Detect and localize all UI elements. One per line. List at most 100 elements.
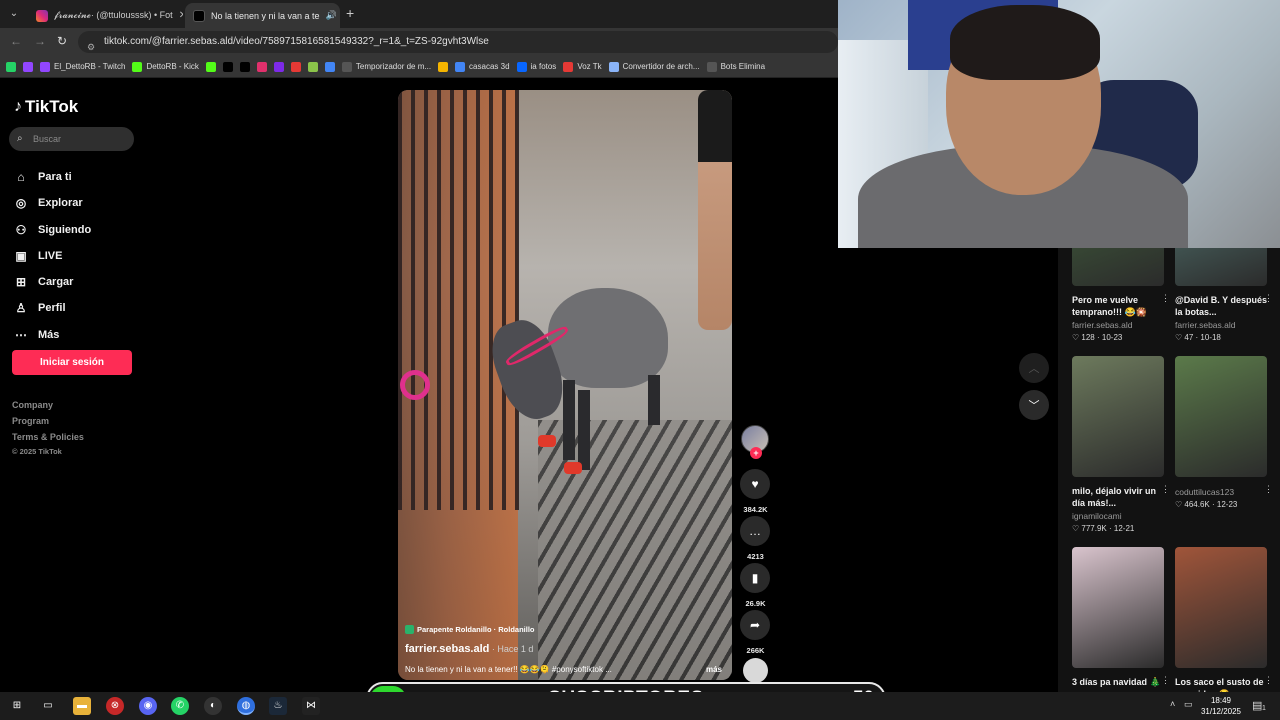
- video-frame-donkey: [548, 288, 668, 388]
- more-options-icon[interactable]: ⋮: [1161, 675, 1170, 686]
- bookmark-item[interactable]: [239, 61, 250, 72]
- nav-item[interactable]: ⌂ Para ti: [14, 170, 71, 184]
- footer-link-company[interactable]: Company: [12, 400, 53, 410]
- video-thumbnail[interactable]: [1175, 356, 1267, 477]
- sound-avatar[interactable]: [743, 658, 768, 683]
- bookmark-item[interactable]: [307, 61, 318, 72]
- bookmark-item[interactable]: [205, 61, 216, 72]
- nav-item[interactable]: ▣ LIVE: [14, 249, 62, 263]
- recommended-video[interactable]: Los saco el susto de sus vidas 😂⋮: [1175, 547, 1273, 692]
- bookmark-item[interactable]: [324, 61, 335, 72]
- bookmark-item[interactable]: [6, 61, 16, 72]
- back-icon[interactable]: ←: [10, 34, 22, 48]
- follow-plus-icon[interactable]: +: [750, 447, 762, 459]
- tiktok-logo[interactable]: ♪ TikTok: [14, 97, 78, 117]
- bookmark-icon[interactable]: ▮: [740, 563, 770, 593]
- video-author[interactable]: farrier.sebas.ald · Hace 1 d: [405, 643, 533, 655]
- recommended-author[interactable]: ignamilocami: [1072, 511, 1164, 521]
- network-icon[interactable]: ▭: [1184, 699, 1193, 710]
- recommended-video[interactable]: milo, déjalo vivir un día más!... ⋮ ignami…: [1072, 356, 1170, 533]
- more-options-icon[interactable]: ⋮: [1264, 293, 1273, 304]
- bookmark-item[interactable]: [273, 61, 284, 72]
- bookmark-item[interactable]: Bots Elimina: [706, 61, 765, 72]
- speaker-icon[interactable]: 🔊: [326, 10, 337, 21]
- bookmark-item[interactable]: [256, 61, 267, 72]
- bookmark-item[interactable]: [438, 61, 449, 72]
- more-options-icon[interactable]: ⋮: [1161, 484, 1170, 495]
- nav-item[interactable]: ⋯ Más: [14, 328, 59, 342]
- forward-icon[interactable]: →: [34, 34, 46, 48]
- more-options-icon[interactable]: ⋮: [1264, 484, 1273, 495]
- nav-item[interactable]: ♙ Perfil: [14, 301, 66, 315]
- bookmark-item[interactable]: Temporizador de m...: [341, 61, 431, 72]
- discord-icon[interactable]: ◉: [139, 697, 157, 715]
- recommended-video[interactable]: 3 días pa navidad 🎄 ⋮: [1072, 547, 1170, 688]
- tab-title: 𝓯𝓻𝓪𝓷𝓬𝓲𝓷𝓮· (@ttulousssk) • Fot: [54, 10, 173, 20]
- more-options-icon[interactable]: ⋮: [1161, 293, 1170, 304]
- bookmark-item[interactable]: casacas 3d: [455, 61, 510, 72]
- recommended-video[interactable]: Pero me vuelve temprano!!! 😂🎇 ⋮ farrier.se…: [1072, 248, 1170, 342]
- comment-action[interactable]: … 4213: [740, 516, 771, 561]
- file-explorer-icon[interactable]: ▬: [73, 697, 91, 715]
- address-bar[interactable]: ⚙ tiktok.com/@farrier.sebas.ald/video/75…: [78, 31, 838, 53]
- video-location[interactable]: Parapente Roldanillo · Roldanillo: [405, 625, 535, 634]
- recommended-author[interactable]: farrier.sebas.ald: [1175, 320, 1267, 330]
- video-thumbnail[interactable]: [1072, 356, 1164, 477]
- obs-icon[interactable]: ◐: [204, 697, 222, 715]
- tab-search-chevron-icon[interactable]: ⌄: [5, 5, 23, 23]
- share-action[interactable]: ➦ 266K: [740, 610, 771, 655]
- app-icon[interactable]: ⊗: [106, 697, 124, 715]
- whatsapp-icon[interactable]: ✆: [171, 697, 189, 715]
- system-clock[interactable]: 18:49 31/12/2025: [1198, 695, 1244, 717]
- tab-tiktok-video[interactable]: No la tienen y ni la van a te 🔊 ✕: [185, 3, 340, 28]
- tray-chevron-up-icon[interactable]: ˄: [1170, 699, 1175, 709]
- video-thumbnail[interactable]: [1072, 248, 1164, 286]
- capcut-icon[interactable]: ⋈: [302, 697, 320, 715]
- footer-link-terms[interactable]: Terms & Policies: [12, 432, 84, 442]
- comment-icon[interactable]: …: [740, 516, 770, 546]
- video-thumbnail[interactable]: [1175, 547, 1267, 668]
- new-tab-button[interactable]: +: [346, 5, 354, 21]
- recommended-author[interactable]: farrier.sebas.ald: [1072, 320, 1164, 330]
- previous-video-button[interactable]: ︿: [1019, 353, 1049, 383]
- bookmark-item[interactable]: [23, 61, 33, 72]
- video-thumbnail[interactable]: [1175, 248, 1267, 286]
- task-view-icon[interactable]: ▭: [39, 697, 57, 715]
- recommended-video[interactable]: ⋮ coduttilucas123 ♡ 464.6K · 12-23: [1175, 356, 1273, 509]
- bookmark-item[interactable]: [222, 61, 233, 72]
- recommended-video[interactable]: @David B. Y después la botas... ⋮ farrier.…: [1175, 248, 1273, 342]
- bookmark-label: casacas 3d: [469, 62, 510, 71]
- bookmark-item[interactable]: ia fotos: [516, 61, 556, 72]
- bookmark-item[interactable]: DettoRB - Kick: [132, 61, 199, 72]
- notification-icon[interactable]: ▤: [1252, 699, 1262, 712]
- recommended-author[interactable]: coduttilucas123: [1175, 487, 1267, 497]
- video-player[interactable]: Parapente Roldanillo · Roldanillo farrie…: [398, 90, 732, 680]
- share-icon[interactable]: ➦: [740, 610, 770, 640]
- save-action[interactable]: ▮ 26.9K: [740, 563, 771, 608]
- bookmark-item[interactable]: Voz Tk: [563, 61, 602, 72]
- caption-more-link[interactable]: más: [706, 665, 722, 674]
- search-input[interactable]: ⌕ Buscar: [9, 127, 134, 151]
- nav-item[interactable]: ⊞ Cargar: [14, 275, 74, 289]
- bookmark-item[interactable]: Convertidor de arch...: [608, 61, 700, 72]
- nav-item[interactable]: ◎ Explorar: [14, 196, 83, 210]
- steam-icon[interactable]: ♨: [269, 697, 287, 715]
- separator-dot: ·: [1209, 500, 1217, 509]
- heart-outline-icon: ♡: [1072, 333, 1082, 342]
- bookmark-item[interactable]: El_DettoRB - Twitch: [40, 61, 125, 72]
- more-options-icon[interactable]: ⋮: [1264, 675, 1273, 686]
- heart-icon[interactable]: ♥: [740, 469, 770, 499]
- login-button[interactable]: Iniciar sesión: [12, 350, 132, 375]
- next-video-button[interactable]: ﹀: [1019, 390, 1049, 420]
- chrome-icon[interactable]: ◍: [237, 697, 255, 715]
- tab-instagram[interactable]: 𝓯𝓻𝓪𝓷𝓬𝓲𝓷𝓮· (@ttulousssk) • Fot ✕: [28, 3, 183, 28]
- reload-icon[interactable]: ↻: [57, 34, 67, 48]
- windows-start-icon[interactable]: ⊞: [8, 697, 26, 715]
- video-thumbnail[interactable]: [1072, 547, 1164, 668]
- site-info-icon[interactable]: ⚙: [87, 36, 95, 58]
- footer-link-program[interactable]: Program: [12, 416, 49, 426]
- like-action[interactable]: ♥ 384.2K: [740, 469, 771, 514]
- bookmark-item[interactable]: [290, 61, 301, 72]
- close-icon[interactable]: ✕: [179, 10, 183, 21]
- nav-item[interactable]: ⚇ Siguiendo: [14, 223, 92, 237]
